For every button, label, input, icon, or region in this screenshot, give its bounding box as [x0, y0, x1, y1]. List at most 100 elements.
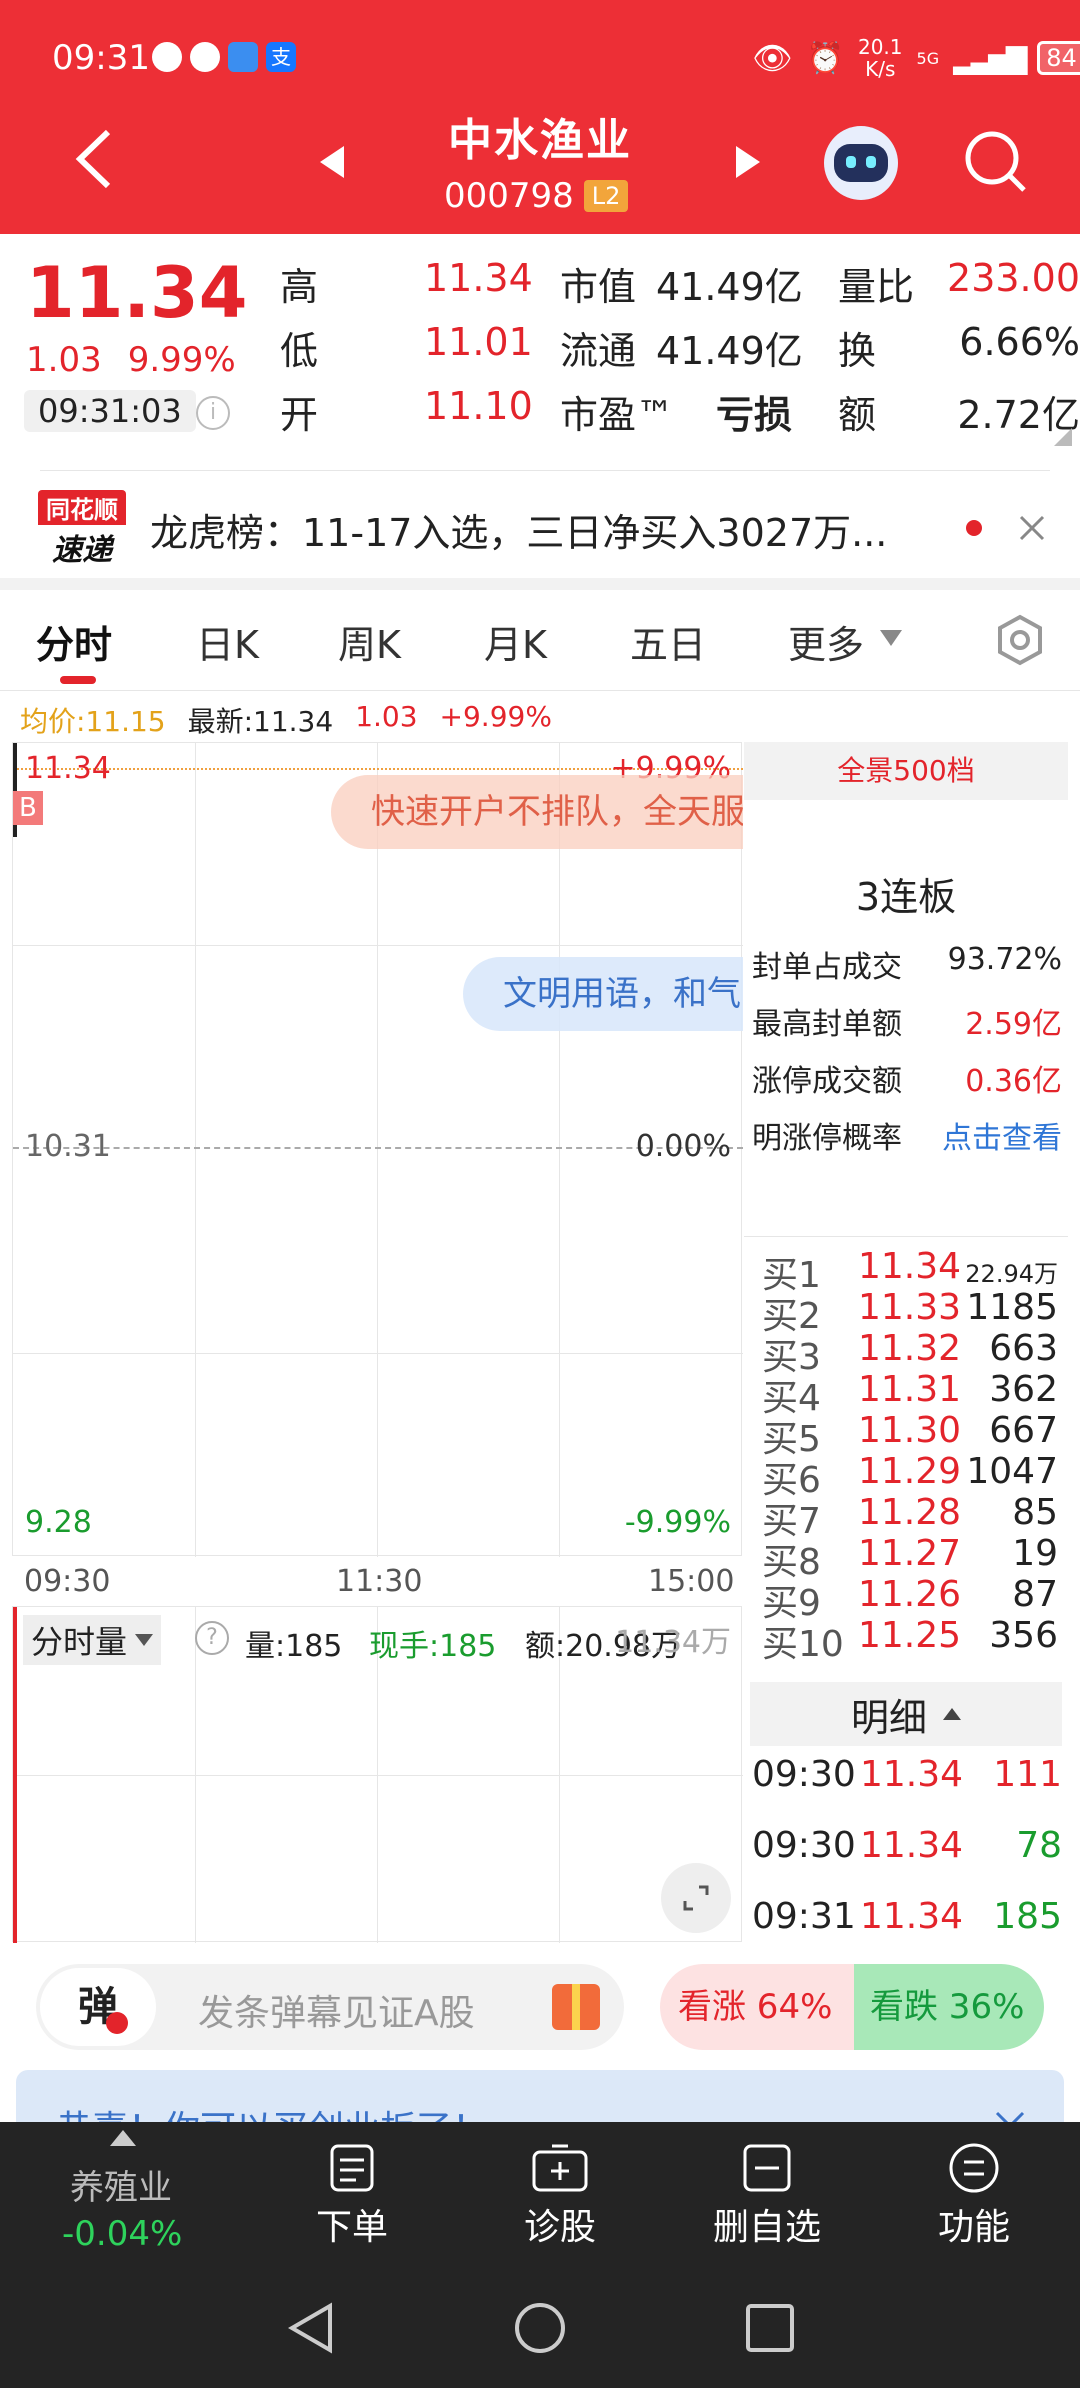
- settings-icon[interactable]: [994, 614, 1046, 666]
- view-probability-link[interactable]: 点击查看: [942, 1113, 1062, 1157]
- help-icon[interactable]: ?: [195, 1621, 229, 1655]
- nav-home-icon[interactable]: [512, 2300, 568, 2356]
- bid-volume: 19: [1012, 1533, 1058, 1574]
- stat-value-max-seal: 2.59亿: [965, 1007, 1062, 1042]
- trade-time: 09:30: [752, 1754, 856, 1795]
- label-high: 高: [280, 265, 319, 309]
- sector-info[interactable]: 养殖业 -0.04%: [0, 2122, 250, 2262]
- quote-row-high: 高 11.34 市值 41.49亿 量比 233.00: [280, 256, 1080, 320]
- promo-danmu[interactable]: 快速开户不排队，全天服: [331, 775, 743, 849]
- nav-recent-icon[interactable]: [742, 2300, 798, 2356]
- tab-day-k[interactable]: 日K: [196, 614, 259, 669]
- danmu-placeholder: 发条弹幕见证A股: [198, 1993, 475, 2034]
- menu-icon: [949, 2143, 999, 2193]
- stock-name: 中水渔业: [448, 115, 632, 166]
- assistant-robot-icon[interactable]: [824, 126, 898, 200]
- diagnose-button[interactable]: 诊股: [508, 2142, 612, 2252]
- tab-intraday[interactable]: 分时: [36, 614, 112, 669]
- volume-bar: [13, 1607, 17, 1943]
- back-icon[interactable]: [72, 126, 116, 192]
- chart-info-line: 均价:11.15 最新:11.34 1.03 +9.99%: [20, 700, 552, 740]
- trade-price: 11.34: [860, 1754, 964, 1795]
- gift-icon[interactable]: [552, 1984, 600, 2030]
- period-tabs: 分时 日K 周K 月K 五日 更多: [0, 604, 1080, 688]
- remove-watchlist-button[interactable]: 删自选: [702, 2142, 832, 2252]
- value-pe: 亏损: [716, 393, 793, 437]
- trade-time: 09:31: [752, 1896, 856, 1937]
- search-icon[interactable]: [962, 128, 1030, 196]
- order-button[interactable]: 下单: [300, 2142, 404, 2252]
- volume-chart[interactable]: 分时量 ? 量:185 现手:185 额:20.98万 11.34万: [12, 1606, 743, 1943]
- tab-month-k[interactable]: 月K: [484, 614, 547, 669]
- fold-corner-icon: [1054, 428, 1072, 446]
- volume-value: 量:185: [245, 1629, 343, 1664]
- current-hand: 现手:185: [369, 1629, 497, 1664]
- stat-value-limit-amount: 0.36亿: [965, 1064, 1062, 1099]
- info-change-pct: +9.99%: [439, 700, 552, 733]
- caret-down-icon: [135, 1634, 154, 1646]
- divider: [40, 470, 1050, 471]
- bid-price: 11.26: [858, 1574, 962, 1615]
- danmu-toggle[interactable]: 弹: [40, 1968, 156, 2046]
- detail-header[interactable]: 明细: [750, 1682, 1062, 1746]
- time-start: 09:30: [24, 1564, 111, 1599]
- trade-volume: 111: [993, 1754, 1062, 1795]
- volume-selector[interactable]: 分时量: [23, 1615, 162, 1665]
- value-market-cap: 41.49亿: [656, 265, 803, 309]
- bullish-vote-button[interactable]: 看涨 64%: [660, 1964, 854, 2050]
- close-icon[interactable]: [1018, 514, 1046, 542]
- latest-price: 最新:11.34: [187, 705, 334, 738]
- network-label: 5G: [916, 48, 940, 68]
- next-stock-icon[interactable]: [734, 144, 762, 180]
- stat-label-max-seal: 最高封单额: [752, 1007, 902, 1042]
- sector-change: -0.04%: [62, 2214, 183, 2254]
- chart-bottom-pct: -9.99%: [624, 1505, 731, 1540]
- status-time: 09:31: [52, 38, 150, 78]
- time-mid: 11:30: [336, 1564, 423, 1599]
- stat-label-seal-ratio: 封单占成交: [752, 950, 902, 985]
- depth500-tab[interactable]: 全景500档: [744, 742, 1068, 800]
- cloud-icon: [228, 42, 258, 72]
- fullscreen-icon[interactable]: [661, 1863, 731, 1933]
- functions-label: 功能: [937, 2207, 1010, 2248]
- chart-mid-pct: 0.00%: [635, 1129, 731, 1164]
- value-high: 11.34: [424, 256, 533, 300]
- trade-price: 11.34: [860, 1896, 964, 1937]
- bottom-toolbar: 养殖业 -0.04% 下单 诊股 删自选 功能: [0, 2122, 1080, 2388]
- bid-volume: 1047: [966, 1451, 1058, 1492]
- current-price: 11.34: [26, 252, 248, 334]
- intraday-chart[interactable]: 11.34 +9.99% B 10.31 0.00% 9.28 -9.99% 快…: [12, 742, 743, 1557]
- eye-icon: 👁: [752, 39, 793, 77]
- net-speed-unit: K/s: [865, 57, 896, 81]
- news-banner[interactable]: 同花顺 速递 龙虎榜：11-17入选，三日净买入3027万...: [0, 476, 1080, 578]
- label-float-cap: 流通: [560, 329, 637, 373]
- bid-volume: 1185: [966, 1287, 1058, 1328]
- tab-week-k[interactable]: 周K: [338, 614, 401, 669]
- civil-danmu[interactable]: 文明用语，和气: [463, 957, 743, 1031]
- tab-five-day[interactable]: 五日: [630, 614, 706, 669]
- news-logo-top: 同花顺: [38, 490, 126, 525]
- functions-button[interactable]: 功能: [922, 2142, 1026, 2252]
- nav-back-icon[interactable]: [284, 2300, 340, 2356]
- diagnose-icon: [532, 2144, 588, 2192]
- message-icon: [152, 42, 182, 72]
- remove-watchlist-label: 删自选: [712, 2207, 821, 2248]
- info-icon[interactable]: i: [196, 396, 230, 430]
- limit-stats: 封单占成交 93.72% 最高封单额 2.59亿 涨停成交额 0.36亿 明涨停概率 点…: [752, 942, 1062, 1170]
- dropdown-icon[interactable]: [880, 630, 902, 646]
- alarm-icon: ⏰: [806, 40, 844, 76]
- bid-label: 买10: [762, 1624, 844, 1665]
- bearish-vote-button[interactable]: 看跌 36%: [854, 1964, 1044, 2050]
- trade-volume: 185: [993, 1896, 1062, 1937]
- system-icons: 👁 ⏰ 20.1 K/s 5G ▂▃▅▇ 84: [752, 36, 1080, 80]
- prev-stock-icon[interactable]: [318, 144, 346, 180]
- remove-watchlist-icon: [743, 2144, 791, 2192]
- bid-volume: 667: [989, 1410, 1058, 1451]
- expand-up-icon: [110, 2130, 136, 2146]
- header-bar: 09:31 支 👁 ⏰ 20.1 K/s 5G ▂▃▅▇ 84 中水渔业 000…: [0, 0, 1080, 234]
- danmu-input-bar[interactable]: 弹 发条弹幕见证A股: [36, 1964, 624, 2050]
- quote-row-open: 开 11.10 市盈™ 亏损 额 2.72亿: [280, 384, 1080, 448]
- bid-price: 11.31: [858, 1369, 962, 1410]
- tab-more[interactable]: 更多: [788, 614, 864, 669]
- bid-volume: 87: [1012, 1574, 1058, 1615]
